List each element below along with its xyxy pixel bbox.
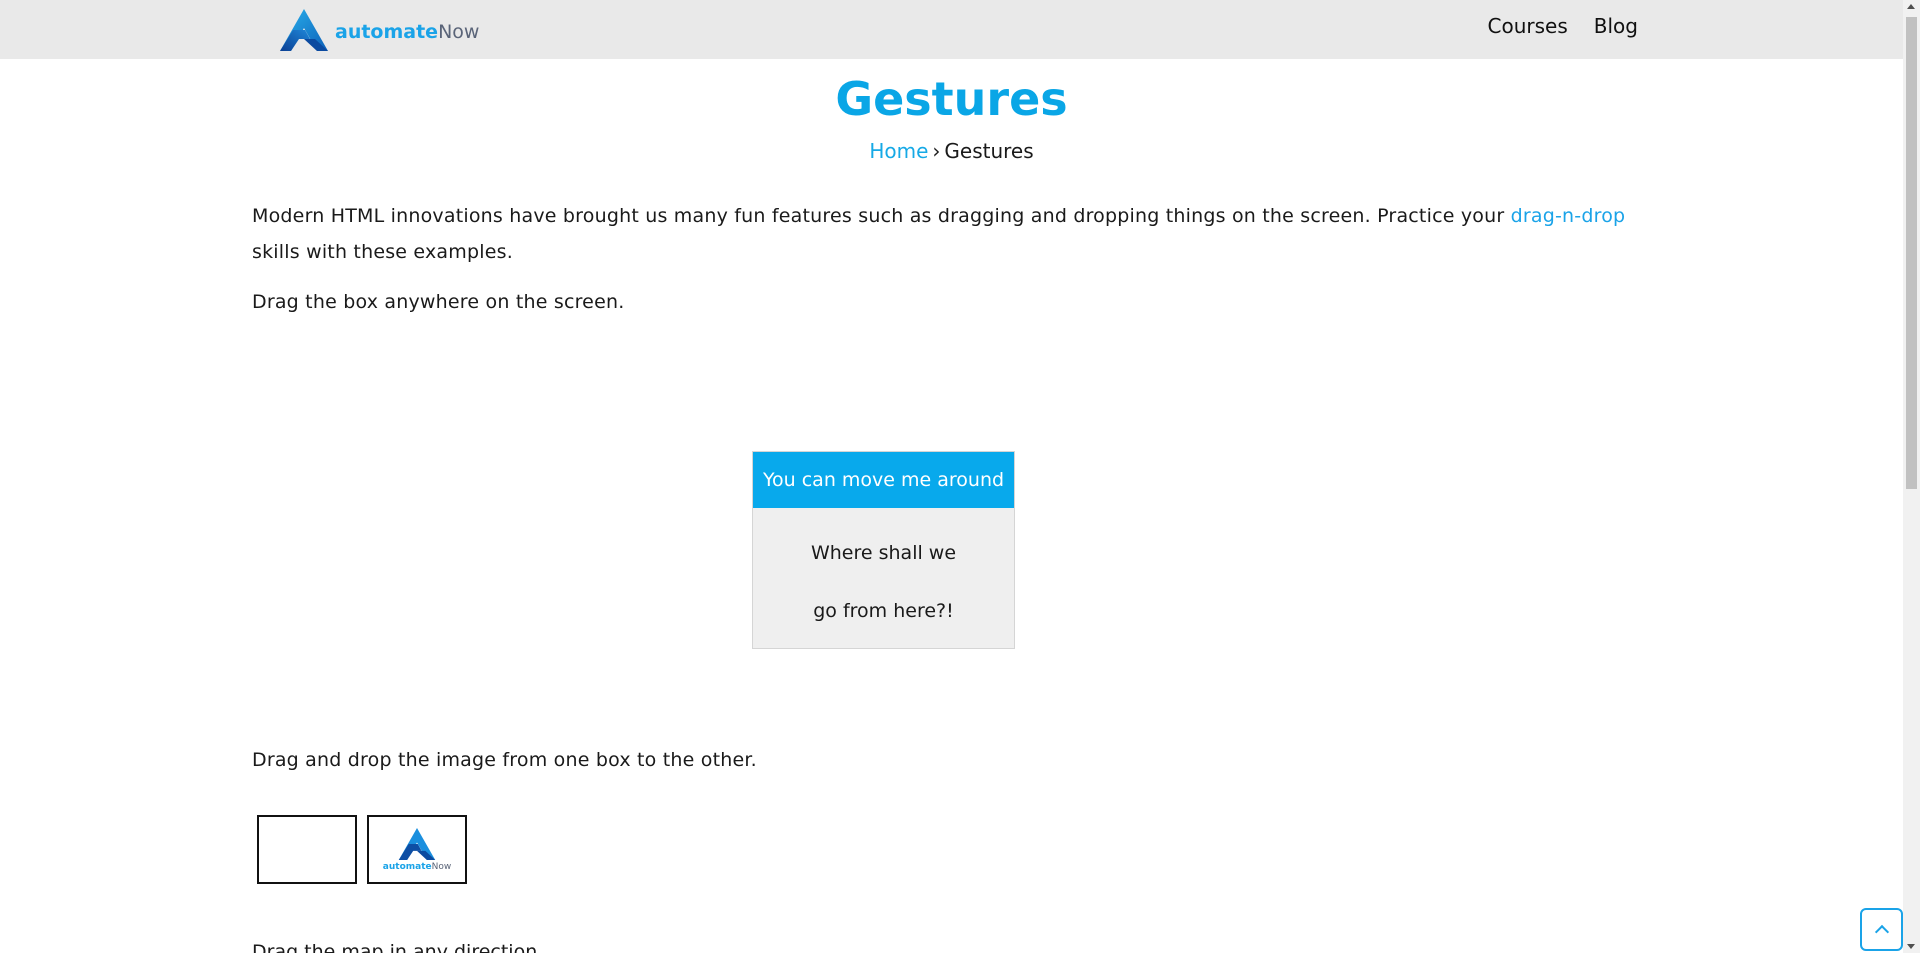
drag-n-drop-link[interactable]: drag-n-drop [1511, 205, 1626, 227]
breadcrumb-separator: › [932, 139, 941, 163]
draggable-logo-image[interactable] [398, 827, 436, 861]
draggable-box-body: Where shall we go from here?! [753, 508, 1014, 640]
drop-target-box-1[interactable] [257, 815, 357, 884]
draggable-logo-wordmark-regular: Now [431, 862, 452, 872]
scrollbar-thumb[interactable] [1906, 17, 1917, 489]
drag-box-instruction: Drag the box anywhere on the screen. [252, 291, 625, 313]
page-scrollbar[interactable] [1903, 0, 1920, 953]
breadcrumb-home-link[interactable]: Home [869, 139, 928, 163]
logo-wordmark-bold: automate [335, 21, 439, 43]
draggable-box-line-1: Where shall we [810, 542, 957, 564]
nav-link-blog[interactable]: Blog [1594, 14, 1638, 38]
intro-paragraph: Modern HTML innovations have brought us … [252, 198, 1652, 270]
nav-link-courses[interactable]: Courses [1488, 14, 1568, 38]
map-drag-instruction: Drag the map in any direction. [252, 941, 544, 953]
automatenow-logo-icon [279, 8, 329, 56]
drop-target-box-2[interactable]: automateNow [367, 815, 467, 884]
chevron-up-icon [1874, 924, 1889, 940]
page-title: Gestures [835, 72, 1068, 126]
image-drag-instruction: Drag and drop the image from one box to … [252, 749, 757, 771]
automatenow-logo-icon [398, 827, 436, 861]
site-header: automateNow Courses Blog [0, 0, 1903, 59]
logo-wordmark-regular: Now [438, 21, 480, 43]
draggable-box-line-2: go from here?! [813, 600, 954, 622]
draggable-logo-wordmark-bold: automate [382, 862, 432, 872]
breadcrumb: Home › Gestures [0, 139, 1903, 163]
draggable-box-header[interactable]: You can move me around [753, 452, 1014, 508]
scroll-up-arrow-icon[interactable] [1907, 4, 1915, 9]
breadcrumb-current: Gestures [944, 139, 1034, 163]
draggable-logo-wordmark: automateNow [383, 862, 451, 872]
scroll-down-arrow-icon[interactable] [1907, 944, 1915, 949]
site-logo[interactable]: automateNow [279, 8, 479, 56]
back-to-top-button[interactable] [1860, 908, 1903, 951]
draggable-box[interactable]: You can move me around Where shall we go… [752, 451, 1015, 649]
intro-text-after: skills with these examples. [252, 241, 513, 263]
logo-wordmark: automateNow [335, 21, 479, 43]
intro-text-before: Modern HTML innovations have brought us … [252, 205, 1511, 227]
main-nav: Courses Blog [1488, 14, 1638, 38]
